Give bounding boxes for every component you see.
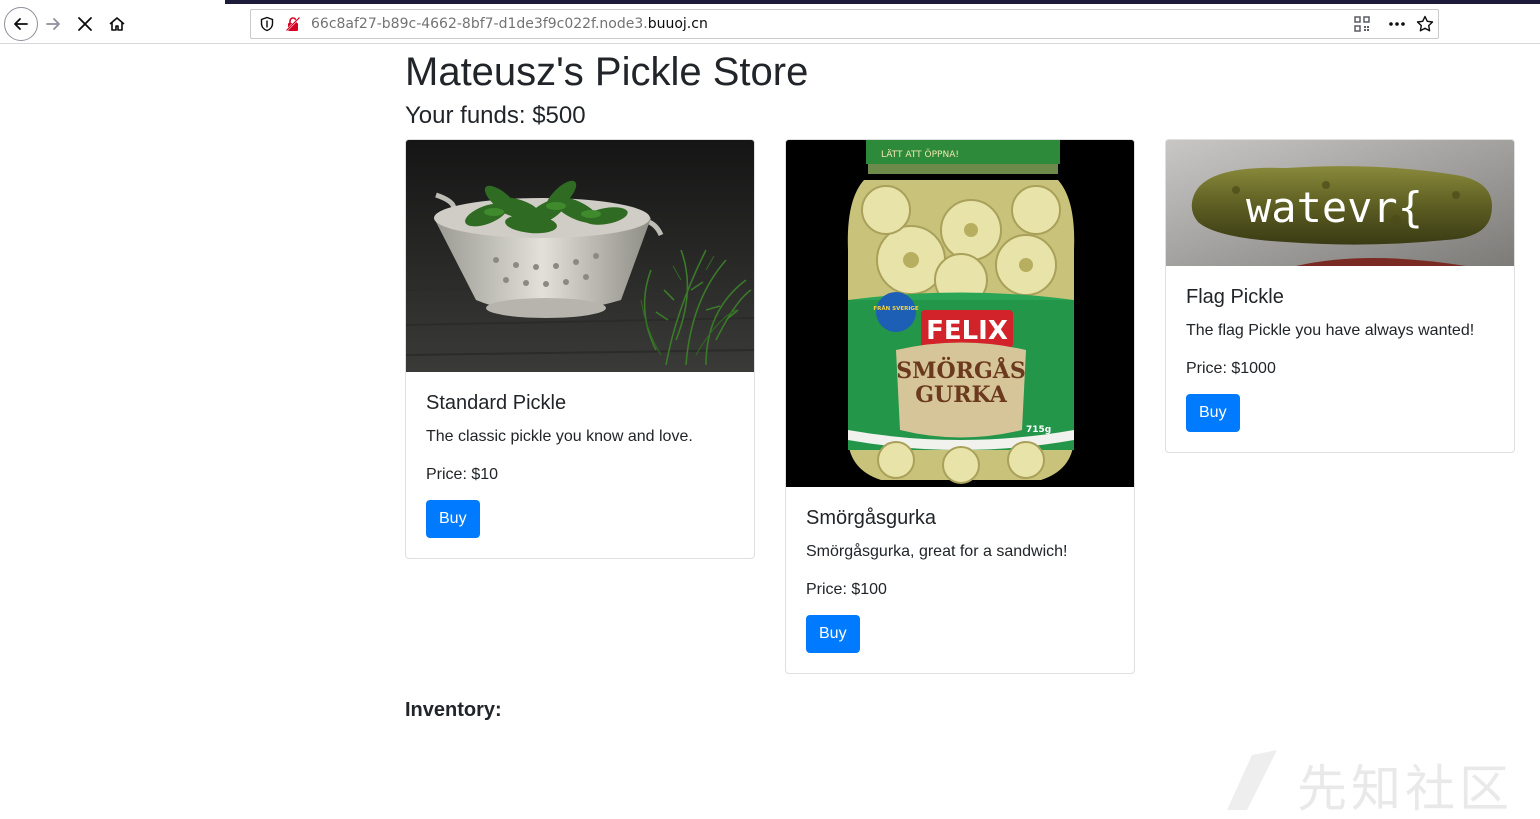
product-price: Price: $10 [426, 466, 499, 483]
back-button[interactable] [4, 7, 38, 41]
jar-label-line1: SMÖRGÅS [896, 356, 1025, 384]
home-button[interactable] [101, 8, 133, 40]
flag-pickle-text: watevr{ [1246, 183, 1423, 232]
funds-label: Your funds: $500 [405, 102, 586, 129]
product-description: The classic pickle you know and love. [426, 428, 693, 445]
insecure-lock-icon[interactable] [285, 16, 301, 32]
buy-button-smorgasgurka[interactable]: Buy [806, 615, 860, 653]
product-title: Standard Pickle [426, 392, 567, 414]
watermark-icon [1227, 750, 1277, 810]
watermark-logo: 先知社区 [1222, 745, 1522, 818]
product-card-flag-pickle: watevr{ Flag Pickle The flag Pickle you … [1165, 139, 1515, 453]
jar-badge-text: FRÅN SVERIGE [873, 305, 919, 312]
url-prefix: 66c8af27-b89c-4662-8bf7-d1de3f9c022f.nod… [311, 16, 648, 32]
shield-icon[interactable] [259, 16, 275, 32]
product-image-flag-pickle: watevr{ [1166, 140, 1514, 266]
url-bar[interactable]: 66c8af27-b89c-4662-8bf7-d1de3f9c022f.nod… [250, 9, 1439, 39]
jar-cap-text: LÄTT ATT ÖPPNA! [881, 149, 959, 160]
pickle-jar-image: LÄTT ATT ÖPPNA! FRÅN SVERIGE FELIX SMÖRG… [786, 140, 1134, 487]
product-description: The flag Pickle you have always wanted! [1186, 322, 1475, 339]
arrow-left-icon [14, 18, 28, 30]
product-title: Flag Pickle [1186, 286, 1284, 308]
forward-button[interactable] [37, 8, 69, 40]
product-price: Price: $100 [806, 581, 887, 598]
watermark-text: 先知社区 [1297, 760, 1513, 818]
url-domain: buuoj.cn [647, 16, 708, 32]
colander-pickles-image [406, 140, 754, 372]
url-text: 66c8af27-b89c-4662-8bf7-d1de3f9c022f.nod… [311, 16, 708, 32]
product-card-standard-pickle: Standard Pickle The classic pickle you k… [405, 139, 755, 559]
arrow-right-icon [46, 18, 60, 30]
card-body: Standard Pickle The classic pickle you k… [406, 372, 754, 558]
product-description: Smörgåsgurka, great for a sandwich! [806, 543, 1068, 560]
jar-weight-text: 715g [1026, 425, 1051, 435]
inventory-heading: Inventory: [405, 699, 502, 721]
jar-label-line2: GURKA [915, 382, 1007, 408]
more-options-icon[interactable] [1387, 15, 1407, 33]
home-icon [109, 17, 125, 31]
product-price: Price: $1000 [1186, 360, 1276, 377]
buy-button-flag-pickle[interactable]: Buy [1186, 394, 1240, 432]
browser-toolbar: 66c8af27-b89c-4662-8bf7-d1de3f9c022f.nod… [0, 4, 1540, 44]
product-card-smorgasgurka: LÄTT ATT ÖPPNA! FRÅN SVERIGE FELIX SMÖRG… [785, 139, 1135, 674]
buy-button-standard-pickle[interactable]: Buy [426, 500, 480, 538]
stop-button[interactable] [69, 8, 101, 40]
card-body: Smörgåsgurka Smörgåsgurka, great for a s… [786, 487, 1134, 673]
product-title: Smörgåsgurka [806, 507, 937, 529]
page-title: Mateusz's Pickle Store [405, 50, 809, 94]
card-body: Flag Pickle The flag Pickle you have alw… [1166, 266, 1514, 452]
bookmark-star-icon[interactable] [1416, 15, 1434, 33]
qr-code-icon[interactable] [1353, 15, 1371, 33]
close-icon [78, 17, 92, 31]
product-image-colander [406, 140, 754, 372]
product-image-jar: LÄTT ATT ÖPPNA! FRÅN SVERIGE FELIX SMÖRG… [786, 140, 1134, 487]
jar-brand-text: FELIX [926, 316, 1008, 346]
flag-pickle-image: watevr{ [1166, 140, 1514, 266]
